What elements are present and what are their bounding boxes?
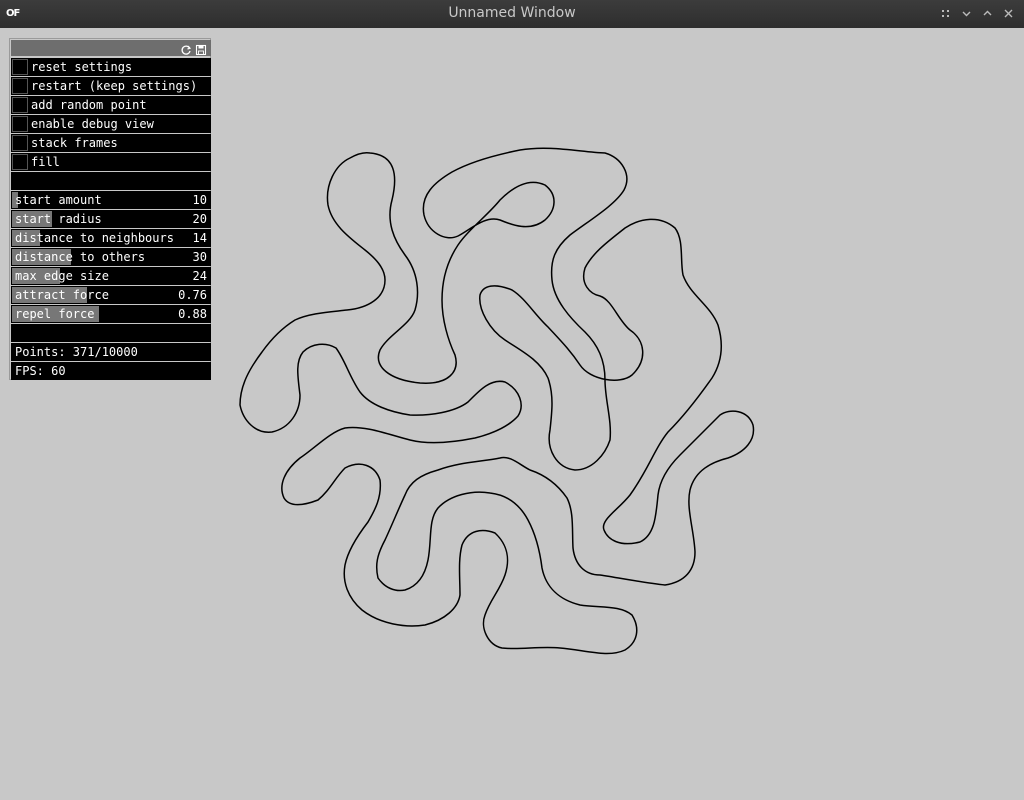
toggle-fill[interactable]: fill — [11, 153, 211, 171]
slider-start-radius[interactable]: start radius 20 — [11, 210, 211, 228]
checkbox[interactable] — [12, 116, 28, 132]
toggle-label: enable debug view — [31, 117, 154, 131]
slider-value: 0.76 — [178, 288, 207, 302]
toggle-label: stack frames — [31, 136, 118, 150]
slider-max-edge-size[interactable]: max edge size 24 — [11, 267, 211, 285]
toggle-reset-settings[interactable]: reset settings — [11, 58, 211, 76]
checkbox[interactable] — [12, 59, 28, 75]
fps-label: FPS: 60 — [15, 364, 66, 378]
slider-start-amount[interactable]: start amount 10 — [11, 191, 211, 209]
slider-distance-to-others[interactable]: distance to others 30 — [11, 248, 211, 266]
chevron-up-icon[interactable] — [980, 6, 995, 21]
window-title: Unnamed Window — [448, 5, 576, 21]
slider-label: start radius — [15, 212, 102, 226]
toggle-debug-view[interactable]: enable debug view — [11, 115, 211, 133]
points-label: Points: 371/10000 — [15, 345, 138, 359]
toggle-stack-frames[interactable]: stack frames — [11, 134, 211, 152]
toggle-label: fill — [31, 155, 60, 169]
panel-header[interactable] — [11, 40, 211, 56]
toggle-add-random-point[interactable]: add random point — [11, 96, 211, 114]
slider-label: repel force — [15, 307, 95, 321]
slider-label: distance to others — [15, 250, 146, 264]
slider-repel-force[interactable]: repel force 0.88 — [11, 305, 211, 323]
chevron-down-icon[interactable] — [959, 6, 974, 21]
panel-separator — [11, 172, 211, 190]
close-icon[interactable] — [1001, 6, 1016, 21]
slider-value: 20 — [192, 212, 207, 226]
slider-attract-force[interactable]: attract force 0.76 — [11, 286, 211, 304]
slider-value: 14 — [192, 231, 207, 245]
toggle-label: reset settings — [31, 60, 133, 74]
toggle-restart[interactable]: restart (keep settings) — [11, 77, 211, 95]
grip-icon[interactable] — [938, 6, 953, 21]
slider-value: 0.88 — [178, 307, 207, 321]
toggle-label: add random point — [31, 98, 147, 112]
checkbox[interactable] — [12, 154, 28, 170]
slider-value: 24 — [192, 269, 207, 283]
points-readout: Points: 371/10000 — [11, 343, 211, 361]
slider-value: 10 — [192, 193, 207, 207]
checkbox[interactable] — [12, 135, 28, 151]
slider-label: distance to neighbours — [15, 231, 174, 245]
checkbox[interactable] — [12, 78, 28, 94]
slider-label: attract force — [15, 288, 109, 302]
fps-readout: FPS: 60 — [11, 362, 211, 380]
slider-label: start amount — [15, 193, 102, 207]
panel-separator — [11, 324, 211, 342]
settings-panel: reset settings restart (keep settings) a… — [9, 38, 211, 380]
checkbox[interactable] — [12, 97, 28, 113]
toggle-label: restart (keep settings) — [31, 79, 198, 93]
slider-label: max edge size — [15, 269, 109, 283]
title-bar: OF Unnamed Window — [0, 0, 1024, 28]
closed-curve-path — [239, 147, 755, 655]
slider-distance-to-neighbours[interactable]: distance to neighbours 14 — [11, 229, 211, 247]
slider-value: 30 — [192, 250, 207, 264]
